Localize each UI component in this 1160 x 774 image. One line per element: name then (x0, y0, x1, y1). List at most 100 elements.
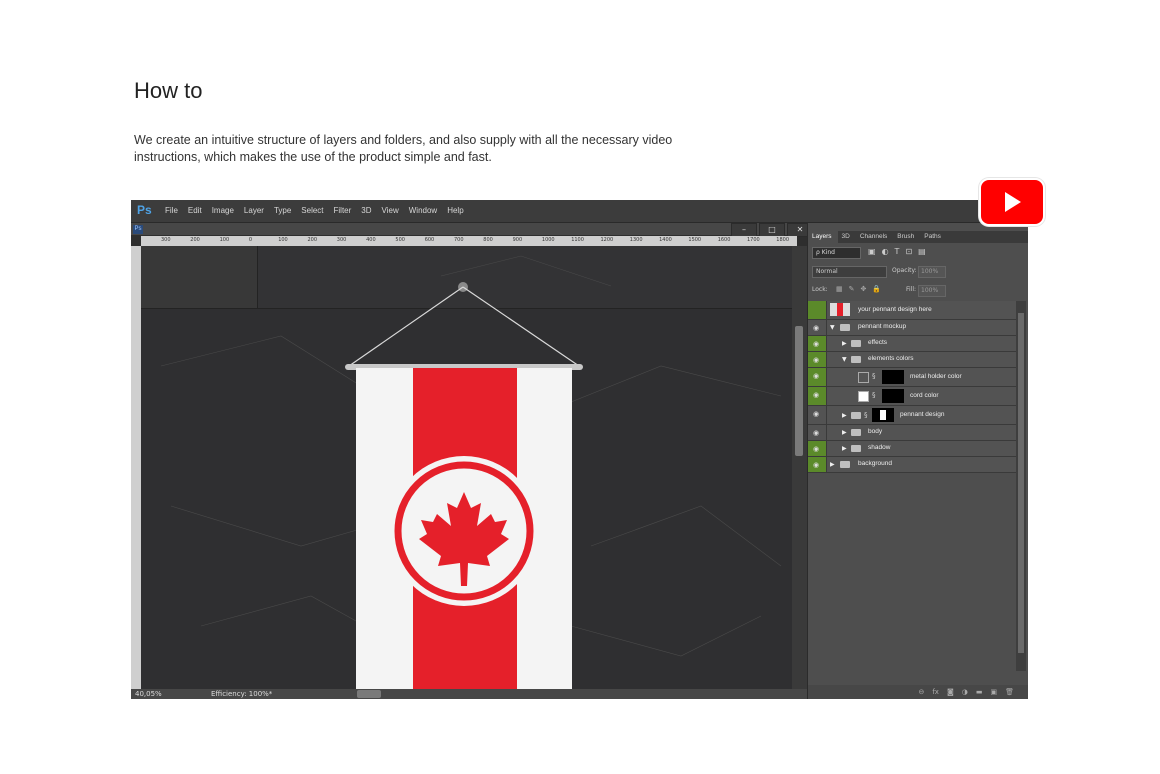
layer-style-icon[interactable]: fx (932, 685, 939, 699)
kind-filter-select[interactable]: ρ Kind (812, 247, 861, 259)
expand-arrow-icon[interactable]: ▶ (842, 340, 847, 347)
ruler-tick-label: 1600 (717, 237, 731, 243)
layer-mask-thumbnail (882, 370, 904, 384)
visibility-toggle[interactable]: ◉ (808, 457, 827, 472)
eye-icon: ◉ (813, 391, 820, 399)
menu-image[interactable]: Image (212, 206, 234, 215)
layer-row[interactable]: ◉ ▶ § pennant design (808, 406, 1016, 425)
color-swatch[interactable] (858, 372, 869, 383)
visibility-toggle[interactable]: ◉ (808, 406, 827, 424)
layer-row[interactable]: ◉ § metal holder color (808, 368, 1016, 387)
visibility-toggle[interactable]: ◉ (808, 320, 827, 335)
layer-row[interactable]: ◉ ▶ effects (808, 336, 1016, 352)
efficiency-readout[interactable]: Efficiency: 100%* (211, 690, 272, 698)
ruler-tick-label: 1100 (571, 237, 584, 243)
lock-label: Lock: (812, 286, 828, 293)
eye-icon: ◉ (813, 340, 820, 348)
expand-arrow-icon[interactable]: ▶ (842, 429, 847, 436)
visibility-toggle[interactable]: ◉ (808, 425, 827, 440)
shape-filter-icon[interactable]: ⊡ (905, 247, 912, 256)
canvas-vertical-scrollbar[interactable] (792, 246, 807, 689)
visibility-toggle[interactable]: ◉ (808, 387, 827, 405)
lock-all-icon[interactable]: 🔒 (872, 285, 881, 293)
photoshop-screenshot: Ps File Edit Image Layer Type Select Fil… (131, 200, 1028, 699)
menu-help[interactable]: Help (447, 206, 463, 215)
folder-icon (840, 461, 850, 468)
visibility-toggle[interactable]: ◉ (808, 336, 827, 351)
lock-image-icon[interactable]: ✎ (849, 285, 855, 293)
lock-position-icon[interactable]: ✥ (861, 285, 867, 293)
youtube-button[interactable] (979, 178, 1045, 226)
menu-select[interactable]: Select (301, 206, 323, 215)
add-mask-icon[interactable]: ◙ (947, 685, 954, 699)
horizontal-ruler: 300 200 100 0 100 200 300 400 500 600 700 800 900 100… (141, 236, 797, 246)
folder-icon (851, 445, 861, 452)
layers-panel-footer: ⊖ fx ◙ ◑ ▬ ▣ 🗑 (808, 685, 1028, 699)
adjustment-layer-icon[interactable]: ◑ (962, 685, 968, 699)
layers-scrollbar[interactable] (1016, 301, 1026, 671)
color-swatch[interactable] (858, 391, 869, 402)
tab-brush[interactable]: Brush (893, 231, 920, 243)
new-group-icon[interactable]: ▬ (976, 685, 983, 699)
opacity-input[interactable]: 100% (918, 266, 946, 278)
ruler-tick-label: 300 (161, 237, 171, 243)
visibility-toggle[interactable] (808, 301, 827, 319)
delete-layer-icon[interactable]: 🗑 (1005, 685, 1014, 699)
collapse-arrow-icon[interactable]: ▼ (842, 356, 847, 363)
type-filter-icon[interactable]: T (895, 247, 900, 256)
layer-row[interactable]: ◉ ▶ background (808, 457, 1016, 473)
menu-layer[interactable]: Layer (244, 206, 264, 215)
layer-name: pennant design (900, 411, 945, 418)
layer-row[interactable]: ◉ ▶ body (808, 425, 1016, 441)
maximize-button[interactable]: □ (759, 223, 785, 237)
zoom-level[interactable]: 40,05% (135, 690, 162, 698)
link-layers-icon[interactable]: ⊖ (918, 685, 924, 699)
document-icon: Ps (133, 225, 143, 234)
expand-arrow-icon[interactable]: ▶ (830, 461, 835, 468)
youtube-play-icon (1005, 192, 1021, 212)
fill-label: Fill: (906, 286, 917, 293)
adjustment-filter-icon[interactable]: ◐ (882, 247, 889, 256)
layer-row[interactable]: ◉ ▶ shadow (808, 441, 1016, 457)
layer-name: background (858, 460, 892, 467)
layer-row[interactable]: ◉ ▼ pennant mockup (808, 320, 1016, 336)
filter-icons: ▣ ◐ T ⊡ ▤ (868, 247, 926, 256)
collapse-arrow-icon[interactable]: ▼ (830, 324, 835, 331)
expand-arrow-icon[interactable]: ▶ (842, 445, 847, 452)
menu-edit[interactable]: Edit (188, 206, 202, 215)
menu-bar: Ps File Edit Image Layer Type Select Fil… (131, 200, 1027, 223)
folder-icon (840, 324, 850, 331)
visibility-toggle[interactable]: ◉ (808, 441, 827, 456)
new-layer-icon[interactable]: ▣ (990, 685, 997, 699)
fill-input[interactable]: 100% (918, 285, 946, 297)
ruler-tick-label: 600 (424, 237, 435, 243)
ruler-tick-label: 1400 (659, 237, 672, 243)
menu-filter[interactable]: Filter (334, 206, 352, 215)
layer-row[interactable]: your pennant design here (808, 301, 1016, 320)
layer-row[interactable]: ◉ ▼ elements colors (808, 352, 1016, 368)
menu-view[interactable]: View (382, 206, 399, 215)
pennant-mockup-artwork (160, 255, 782, 689)
visibility-toggle[interactable]: ◉ (808, 368, 827, 386)
minimize-button[interactable]: – (731, 223, 757, 237)
tab-layers[interactable]: Layers (808, 231, 838, 243)
ruler-tick-label: 1200 (600, 237, 614, 243)
tab-channels[interactable]: Channels (856, 231, 893, 243)
smart-object-filter-icon[interactable]: ▤ (918, 247, 926, 256)
menu-type[interactable]: Type (274, 206, 291, 215)
blend-mode-select[interactable]: Normal (812, 266, 887, 278)
menu-window[interactable]: Window (409, 206, 437, 215)
horizontal-scrollbar-thumb[interactable] (357, 690, 381, 698)
eye-icon: ◉ (813, 324, 820, 332)
tab-3d[interactable]: 3D (838, 231, 856, 243)
expand-arrow-icon[interactable]: ▶ (842, 412, 847, 419)
menu-file[interactable]: File (165, 206, 178, 215)
tab-paths[interactable]: Paths (920, 231, 947, 243)
menu-3d[interactable]: 3D (361, 206, 371, 215)
layer-row[interactable]: ◉ § cord color (808, 387, 1016, 406)
visibility-toggle[interactable]: ◉ (808, 352, 827, 367)
document-canvas[interactable] (141, 246, 792, 689)
pixel-filter-icon[interactable]: ▣ (868, 247, 876, 256)
ruler-tick-label: 1700 (747, 237, 760, 243)
lock-transparent-icon[interactable]: ▦ (836, 285, 843, 293)
